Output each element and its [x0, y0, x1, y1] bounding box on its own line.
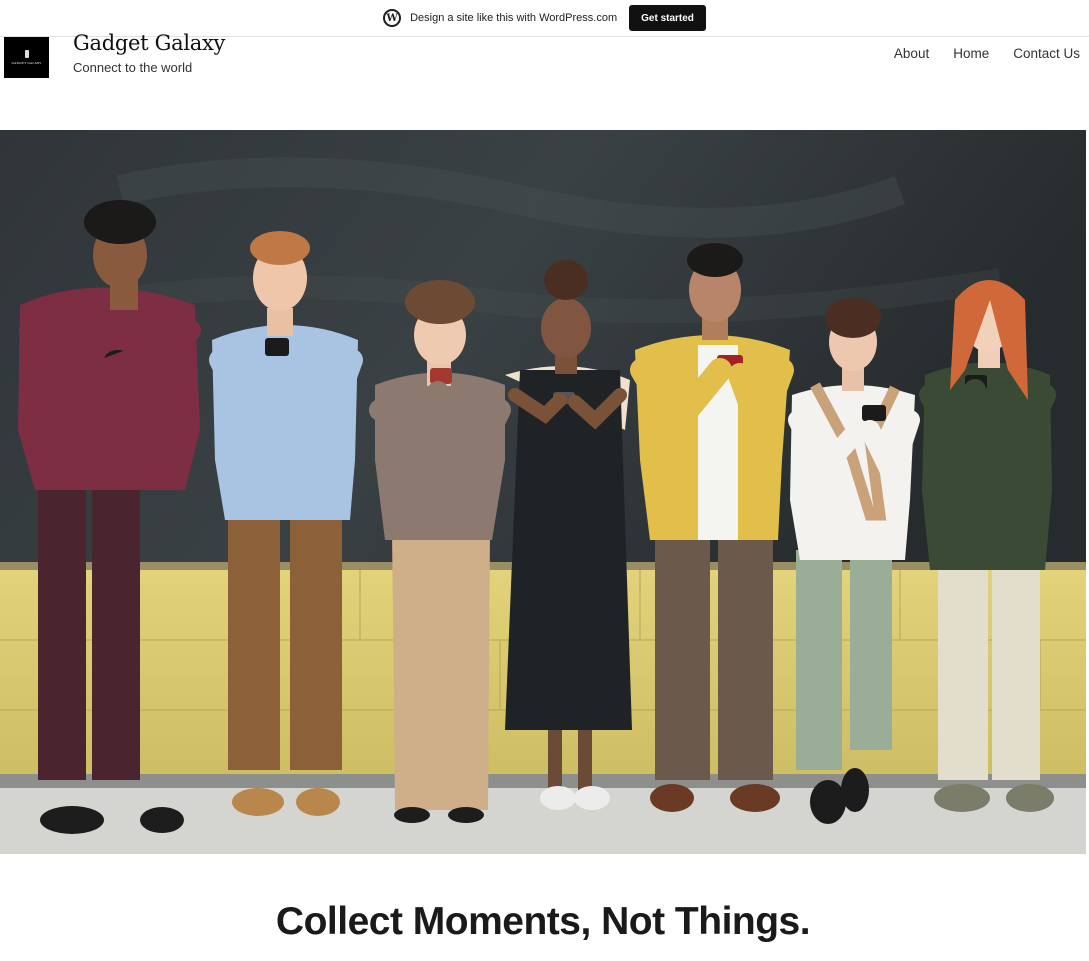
- wordpress-logo-icon[interactable]: W: [383, 9, 402, 27]
- site-tagline: Connect to the world: [73, 60, 193, 75]
- nav-item-contact-us[interactable]: Contact Us: [1013, 46, 1080, 61]
- hero-image: [0, 130, 1086, 854]
- site-title[interactable]: Gadget Galaxy: [73, 31, 225, 55]
- main-navigation: About Home Contact Us: [894, 46, 1080, 61]
- page-headline: Collect Moments, Not Things.: [275, 900, 811, 943]
- nav-item-about[interactable]: About: [894, 46, 929, 61]
- nav-item-home[interactable]: Home: [953, 46, 989, 61]
- logo-text: GADGET GALAXY: [11, 61, 42, 65]
- promo-text: Design a site like this with WordPress.c…: [410, 12, 618, 24]
- site-logo[interactable]: GADGET GALAXY: [4, 37, 49, 78]
- phone-glyph-icon: [24, 50, 29, 58]
- get-started-button[interactable]: Get started: [629, 5, 706, 31]
